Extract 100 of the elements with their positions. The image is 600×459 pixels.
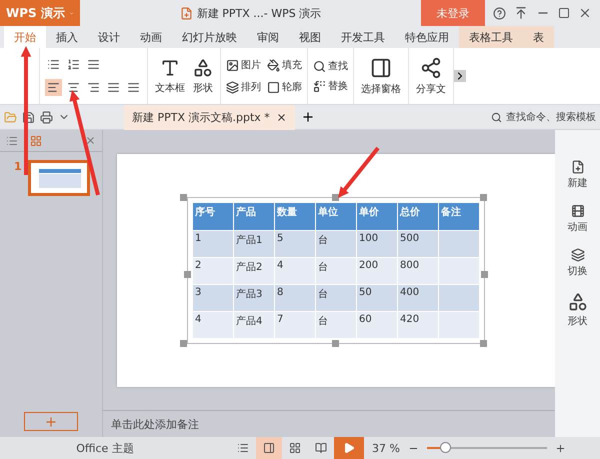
- table-cell: 100: [356, 230, 398, 258]
- align-justify-icon: [107, 81, 120, 94]
- side-panel-button[interactable]: 切换: [568, 248, 588, 278]
- ribbon-button[interactable]: 替换: [313, 79, 348, 93]
- table-cell: 产品3: [234, 284, 274, 312]
- ribbon-tab[interactable]: 设计: [88, 26, 130, 48]
- resize-handle[interactable]: [480, 340, 487, 347]
- table-cell: 台: [316, 284, 356, 312]
- resize-handle[interactable]: [180, 194, 187, 201]
- ribbon-button[interactable]: 图片: [226, 58, 261, 72]
- table-cell: 8: [274, 284, 316, 312]
- table-cell: [438, 284, 480, 312]
- replace-icon: [313, 80, 326, 92]
- picture-icon: [226, 58, 239, 72]
- resize-handle[interactable]: [180, 340, 187, 347]
- shapes-icon: [568, 292, 588, 312]
- table-cell: 5: [274, 230, 316, 258]
- ribbon-tab[interactable]: 开发工具: [331, 26, 395, 48]
- ribbon-tab[interactable]: 表: [523, 26, 554, 48]
- table-cell: 400: [398, 284, 438, 312]
- share-icon: [420, 56, 442, 78]
- align-center-icon: [67, 81, 80, 94]
- table-cell: 1: [192, 230, 234, 258]
- resize-handle[interactable]: [480, 194, 487, 201]
- table-cell: 产品4: [234, 312, 274, 338]
- panel-icon: [370, 56, 392, 78]
- ribbon-tab[interactable]: 特色应用: [395, 26, 459, 48]
- document-icon: [180, 6, 193, 20]
- table-cell: 台: [316, 230, 356, 258]
- distribute-icon: [127, 81, 140, 94]
- plus-icon: [44, 414, 58, 428]
- ribbon-tab[interactable]: 审阅: [247, 26, 289, 48]
- ribbon-tab[interactable]: 插入: [46, 26, 88, 48]
- table-cell: [438, 230, 480, 258]
- table-header-cell: 单位: [316, 202, 356, 230]
- new-tab-icon[interactable]: [300, 110, 315, 124]
- zoom-in-icon[interactable]: [554, 442, 566, 454]
- zoom-thumb[interactable]: [440, 442, 451, 453]
- new-file-icon: [570, 160, 584, 174]
- table-header-cell: 备注: [438, 202, 480, 230]
- table-cell: 4: [274, 258, 316, 284]
- text-icon: [160, 58, 180, 78]
- align-left-icon: [47, 81, 60, 94]
- align-right-icon: [87, 81, 100, 94]
- table-cell: 产品1: [234, 230, 274, 258]
- play-button[interactable]: [334, 437, 364, 459]
- resize-handle[interactable]: [332, 340, 339, 347]
- ribbon-button[interactable]: 轮廓: [267, 80, 302, 94]
- ribbon-button[interactable]: 形状: [191, 58, 215, 94]
- table-cell: 2: [192, 258, 234, 284]
- ribbon-button[interactable]: 文本框: [153, 58, 187, 94]
- table-cell: 台: [316, 258, 356, 284]
- ribbon-tab[interactable]: 幻灯片放映: [172, 26, 247, 48]
- table-cell: 420: [398, 312, 438, 338]
- table-cell: 200: [356, 258, 398, 284]
- ribbon-button[interactable]: 填充: [267, 58, 302, 72]
- ribbon-button[interactable]: 排列: [226, 80, 261, 94]
- table-cell: 产品2: [234, 258, 274, 284]
- theme-name: Office 主题: [75, 440, 135, 456]
- search-field[interactable]: 查找命令、搜索模板: [487, 110, 600, 124]
- layers-icon: [226, 80, 239, 94]
- lines-icon: [87, 58, 100, 71]
- upload-icon[interactable]: [514, 6, 528, 20]
- ribbon-tab[interactable]: 视图: [289, 26, 331, 48]
- ribbon-button[interactable]: 选择窗格: [359, 56, 403, 96]
- save-icon[interactable]: [22, 110, 35, 124]
- ribbon-tab[interactable]: 动画: [130, 26, 172, 48]
- annotation-arrow: [338, 146, 380, 198]
- search-icon: [313, 60, 326, 72]
- ribbon-button[interactable]: 查找: [313, 59, 348, 73]
- document-tab[interactable]: 新建 PPTX 演示文稿.pptx *: [124, 104, 295, 130]
- table-header-cell: 总价: [398, 202, 438, 230]
- table-cell: 800: [398, 258, 438, 284]
- side-panel-button[interactable]: 新建: [568, 160, 588, 190]
- normal-view-button[interactable]: [256, 437, 282, 459]
- table-cell: [438, 258, 480, 284]
- side-panel-button[interactable]: 形状: [568, 292, 588, 328]
- ribbon-tab[interactable]: 表格工具: [459, 26, 523, 48]
- film-icon: [570, 204, 584, 218]
- help-icon[interactable]: [493, 6, 506, 20]
- numbered-list-icon: [67, 58, 80, 71]
- ribbon-button[interactable]: 分享文: [414, 56, 448, 96]
- side-panel-button[interactable]: 动画: [568, 204, 588, 234]
- scroll-right-icon[interactable]: [454, 70, 466, 82]
- close-icon[interactable]: [578, 6, 592, 20]
- slide-thumbnail[interactable]: [28, 160, 90, 196]
- resize-handle[interactable]: [481, 270, 488, 278]
- ribbon-tab[interactable]: 开始: [4, 26, 46, 48]
- shapes-icon: [193, 58, 213, 78]
- paint-bucket-icon: [267, 58, 280, 72]
- table-cell: [438, 312, 480, 338]
- book-icon: [315, 442, 327, 454]
- resize-handle[interactable]: [332, 194, 339, 201]
- align-button[interactable]: [45, 79, 62, 96]
- close-icon[interactable]: [276, 112, 287, 122]
- maximize-icon[interactable]: [558, 7, 570, 19]
- table-cell: 500: [398, 230, 438, 258]
- grid-icon: [289, 442, 301, 454]
- resize-handle[interactable]: [184, 270, 191, 278]
- print-icon[interactable]: [40, 110, 53, 124]
